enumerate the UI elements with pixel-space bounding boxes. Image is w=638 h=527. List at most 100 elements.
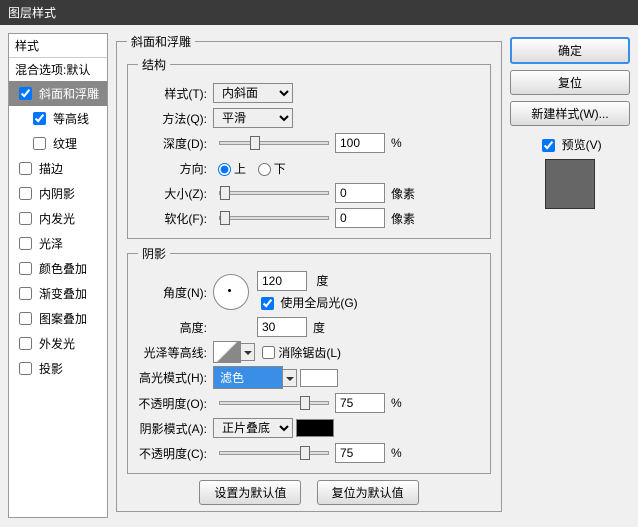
sidebar-item-1[interactable]: 等高线 xyxy=(9,106,107,131)
altitude-unit: 度 xyxy=(313,319,325,336)
sidebar-checkbox-9[interactable] xyxy=(19,312,32,325)
shadow-mode-select[interactable]: 正片叠底 xyxy=(213,418,293,438)
style-select[interactable]: 内斜面 xyxy=(213,83,293,103)
sidebar-label-9: 图案叠加 xyxy=(39,310,87,327)
angle-dial[interactable] xyxy=(213,274,249,310)
sidebar-item-2[interactable]: 纹理 xyxy=(9,131,107,156)
cancel-button[interactable]: 复位 xyxy=(510,70,630,95)
preview-checkbox[interactable] xyxy=(542,139,555,152)
preview-swatch xyxy=(545,159,595,209)
opacity-unit2: % xyxy=(391,446,402,460)
antialias-label: 消除锯齿(L) xyxy=(278,344,341,361)
sidebar-checkbox-7[interactable] xyxy=(19,262,32,275)
angle-input[interactable] xyxy=(257,271,307,291)
depth-slider[interactable] xyxy=(219,141,329,145)
angle-label: 角度(N): xyxy=(138,284,213,301)
highlight-mode-dropdown[interactable] xyxy=(283,369,297,387)
highlight-color-swatch[interactable] xyxy=(300,369,338,387)
sidebar-label-10: 外发光 xyxy=(39,335,75,352)
window-title: 图层样式 xyxy=(8,6,56,20)
sidebar-checkbox-1[interactable] xyxy=(33,112,46,125)
sidebar-checkbox-5[interactable] xyxy=(19,212,32,225)
gloss-contour-dropdown[interactable] xyxy=(241,343,255,361)
sidebar-label-0: 斜面和浮雕 xyxy=(39,85,99,102)
reset-default-button[interactable]: 复位为默认值 xyxy=(317,480,419,505)
layer-style-dialog: 图层样式 样式 混合选项:默认 斜面和浮雕等高线纹理描边内阴影内发光光泽颜色叠加… xyxy=(0,0,638,527)
sidebar-label-3: 描边 xyxy=(39,160,63,177)
sidebar-checkbox-4[interactable] xyxy=(19,187,32,200)
size-label: 大小(Z): xyxy=(138,185,213,202)
sidebar-label-4: 内阴影 xyxy=(39,185,75,202)
sidebar-item-6[interactable]: 光泽 xyxy=(9,231,107,256)
opacity-unit1: % xyxy=(391,396,402,410)
size-unit: 像素 xyxy=(391,185,415,202)
sidebar-label-7: 颜色叠加 xyxy=(39,260,87,277)
technique-select[interactable]: 平滑 xyxy=(213,108,293,128)
shading-group: 阴影 角度(N): 度 使用全局光(G) xyxy=(127,245,491,474)
sidebar-item-10[interactable]: 外发光 xyxy=(9,331,107,356)
sidebar-checkbox-2[interactable] xyxy=(33,137,46,150)
sidebar-checkbox-10[interactable] xyxy=(19,337,32,350)
sidebar-item-5[interactable]: 内发光 xyxy=(9,206,107,231)
sidebar-item-8[interactable]: 渐变叠加 xyxy=(9,281,107,306)
soften-slider[interactable] xyxy=(219,216,329,220)
main-panel: 斜面和浮雕 结构 样式(T): 内斜面 方法(Q): 平滑 深度(D): xyxy=(116,33,502,518)
sidebar-label-8: 渐变叠加 xyxy=(39,285,87,302)
sidebar-header: 样式 xyxy=(9,34,107,58)
right-column: 确定 复位 新建样式(W)... 预览(V) xyxy=(510,33,630,518)
make-default-button[interactable]: 设置为默认值 xyxy=(199,480,301,505)
shadow-opacity-slider[interactable] xyxy=(219,451,329,455)
sidebar-item-4[interactable]: 内阴影 xyxy=(9,181,107,206)
sidebar-label-11: 投影 xyxy=(39,360,63,377)
antialias-checkbox[interactable] xyxy=(262,346,275,359)
soften-input[interactable] xyxy=(335,208,385,228)
blend-options-item[interactable]: 混合选项:默认 xyxy=(9,58,107,81)
direction-down-radio[interactable] xyxy=(258,163,271,176)
highlight-mode-label: 高光模式(H): xyxy=(138,369,213,386)
angle-unit: 度 xyxy=(316,274,328,288)
soften-unit: 像素 xyxy=(391,210,415,227)
structure-legend: 结构 xyxy=(138,56,170,73)
direction-up-label: 上 xyxy=(234,160,246,177)
highlight-mode-select[interactable]: 滤色 xyxy=(213,366,283,389)
depth-label: 深度(D): xyxy=(138,135,213,152)
highlight-opacity-label: 不透明度(O): xyxy=(138,395,213,412)
sidebar-label-2: 纹理 xyxy=(53,135,77,152)
sidebar-item-0[interactable]: 斜面和浮雕 xyxy=(9,81,107,106)
shading-legend: 阴影 xyxy=(138,245,170,262)
shadow-mode-label: 阴影模式(A): xyxy=(138,420,213,437)
gloss-contour-swatch[interactable] xyxy=(213,341,241,363)
sidebar-label-1: 等高线 xyxy=(53,110,89,127)
altitude-input[interactable] xyxy=(257,317,307,337)
ok-button[interactable]: 确定 xyxy=(510,37,630,64)
direction-up-radio[interactable] xyxy=(218,163,231,176)
new-style-button[interactable]: 新建样式(W)... xyxy=(510,101,630,126)
sidebar-label-5: 内发光 xyxy=(39,210,75,227)
altitude-label: 高度: xyxy=(138,319,213,336)
highlight-opacity-slider[interactable] xyxy=(219,401,329,405)
depth-unit: % xyxy=(391,136,402,150)
sidebar-checkbox-8[interactable] xyxy=(19,287,32,300)
sidebar-item-9[interactable]: 图案叠加 xyxy=(9,306,107,331)
sidebar-label-6: 光泽 xyxy=(39,235,63,252)
shadow-color-swatch[interactable] xyxy=(296,419,334,437)
sidebar-item-11[interactable]: 投影 xyxy=(9,356,107,381)
size-slider[interactable] xyxy=(219,191,329,195)
bevel-emboss-fieldset: 斜面和浮雕 结构 样式(T): 内斜面 方法(Q): 平滑 深度(D): xyxy=(116,33,502,512)
style-label: 样式(T): xyxy=(138,85,213,102)
depth-input[interactable] xyxy=(335,133,385,153)
sidebar-checkbox-6[interactable] xyxy=(19,237,32,250)
size-input[interactable] xyxy=(335,183,385,203)
titlebar: 图层样式 xyxy=(0,0,638,25)
sidebar-checkbox-3[interactable] xyxy=(19,162,32,175)
global-light-checkbox[interactable] xyxy=(261,297,274,310)
highlight-opacity-input[interactable] xyxy=(335,393,385,413)
sidebar-item-3[interactable]: 描边 xyxy=(9,156,107,181)
sidebar-checkbox-0[interactable] xyxy=(19,87,32,100)
panel-title: 斜面和浮雕 xyxy=(127,33,195,50)
sidebar-item-7[interactable]: 颜色叠加 xyxy=(9,256,107,281)
sidebar-checkbox-11[interactable] xyxy=(19,362,32,375)
structure-group: 结构 样式(T): 内斜面 方法(Q): 平滑 深度(D): % xyxy=(127,56,491,239)
shadow-opacity-input[interactable] xyxy=(335,443,385,463)
gloss-contour-label: 光泽等高线: xyxy=(138,344,213,361)
